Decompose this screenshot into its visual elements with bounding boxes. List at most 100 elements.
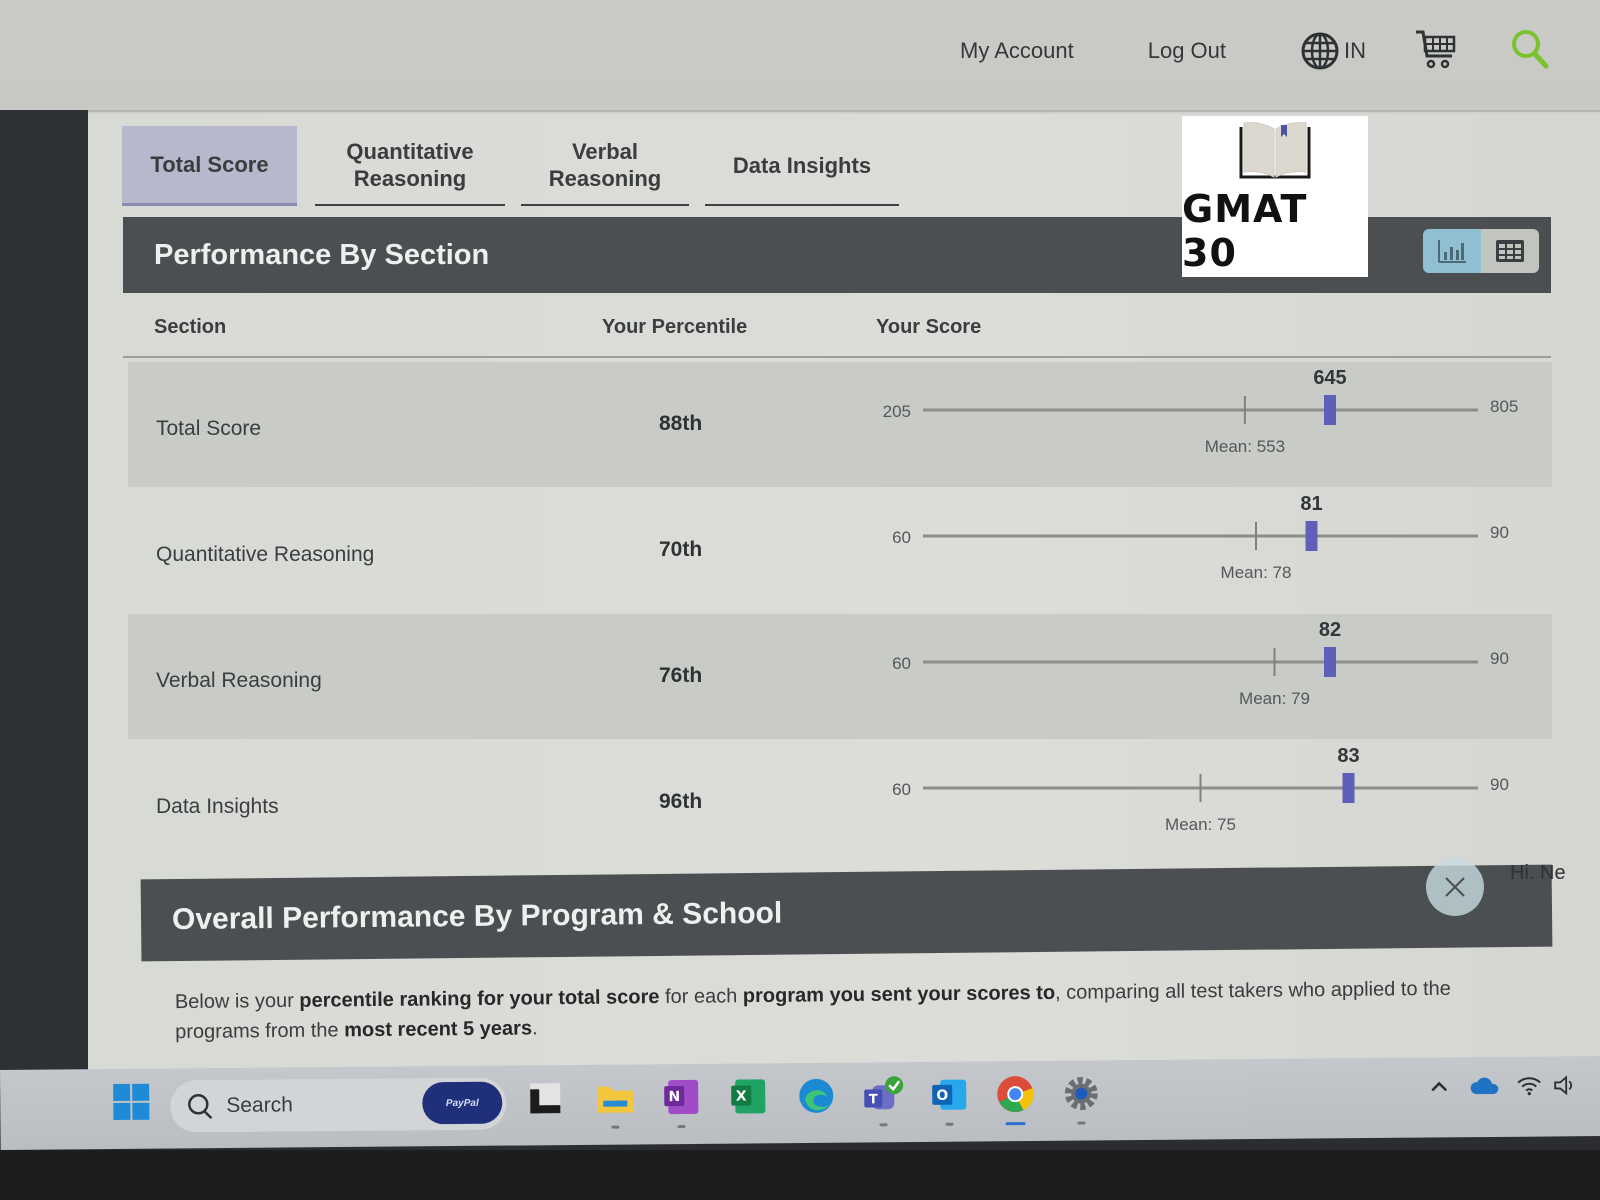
taskbar-app-edge[interactable]: [793, 1073, 839, 1119]
score-range-chart: 60 90 Mean: 75 83: [892, 745, 1509, 834]
paypal-badge[interactable]: PayPal: [422, 1081, 503, 1125]
svg-text:O: O: [936, 1088, 948, 1104]
table-row: Data Insights 96th 60 90 Mean: 75 83: [128, 740, 1552, 865]
description-text: Below is your: [174, 989, 300, 1014]
section-name: Total Score: [156, 417, 262, 440]
taskbar-search[interactable]: Search PayPal: [170, 1077, 507, 1133]
taskbar-app-teams[interactable]: T: [860, 1072, 906, 1127]
mean-label: Mean: 553: [1205, 437, 1285, 456]
chart-view-button[interactable]: [1423, 229, 1481, 273]
your-score-marker: [1324, 647, 1336, 677]
range-max-label: 90: [1490, 523, 1509, 542]
description-emphasis: program you sent your scores to: [742, 981, 1056, 1008]
tab-data-insights[interactable]: Data Insights: [705, 126, 899, 206]
range-min-label: 205: [883, 402, 911, 421]
tab-quantitative-reasoning[interactable]: Quantitative Reasoning: [315, 126, 505, 206]
language-code: IN: [1344, 38, 1366, 63]
your-score-label: 81: [1300, 493, 1322, 515]
mean-label: Mean: 75: [1165, 815, 1236, 834]
table-row: Total Score 88th 205 805 Mean: 553 645: [128, 362, 1552, 487]
site-header: My Account Log Out IN: [0, 0, 1600, 112]
cart-button[interactable]: [1414, 28, 1458, 75]
tab-total-score[interactable]: Total Score: [122, 126, 297, 206]
taskbar-app-chrome[interactable]: [992, 1071, 1038, 1126]
chrome-icon: [997, 1076, 1035, 1113]
program-section-title: Overall Performance By Program & School: [171, 896, 783, 937]
logo-text: GMAT 30: [1182, 186, 1308, 275]
description-text: for each: [659, 985, 743, 1009]
range-max-label: 805: [1490, 397, 1518, 416]
close-icon: [1445, 877, 1465, 897]
range-max-label: 90: [1490, 775, 1509, 794]
search-icon: [188, 1094, 213, 1120]
volume-button[interactable]: [1542, 1062, 1588, 1108]
section-name: Quantitative Reasoning: [156, 543, 375, 566]
windows-start-icon: [113, 1083, 150, 1121]
section-percentile: 76th: [659, 664, 703, 687]
table-header: Section Your Percentile Your Score: [123, 296, 1551, 358]
chat-greeting[interactable]: Hi. Ne: [1510, 862, 1566, 885]
score-tabs: Total Score Quantitative Reasoning Verba…: [122, 126, 899, 206]
show-hidden-icons-button[interactable]: [1416, 1063, 1462, 1109]
running-indicator: [677, 1125, 686, 1129]
log-out-link[interactable]: Log Out: [1148, 38, 1226, 64]
chat-close-button[interactable]: [1426, 858, 1484, 916]
score-report-page: Total Score Quantitative Reasoning Verba…: [88, 114, 1600, 1080]
search-placeholder: Search: [226, 1093, 293, 1118]
section-name: Verbal Reasoning: [156, 669, 322, 692]
tab-label: Quantitative Reasoning: [346, 139, 474, 191]
table-row: Quantitative Reasoning 70th 60 90 Mean: 78…: [128, 488, 1552, 613]
cart-icon: [1416, 30, 1456, 68]
score-range-chart: 60 90 Mean: 79 82: [892, 619, 1509, 708]
onedrive-button[interactable]: [1462, 1063, 1508, 1109]
gmat-logo: GMAT 30: [1182, 116, 1368, 277]
performance-section-title: Performance By Section: [154, 238, 490, 271]
running-indicator: [611, 1125, 620, 1129]
search-icon: [1512, 29, 1549, 68]
your-score-label: 645: [1313, 367, 1346, 389]
section-percentile: 96th: [659, 790, 703, 813]
taskbar-app-onenote[interactable]: N: [658, 1074, 704, 1129]
range-min-label: 60: [892, 654, 911, 673]
program-section-header: Overall Performance By Program & School: [140, 864, 1553, 962]
window-edge: [0, 110, 88, 1080]
column-header-score: Your Score: [876, 316, 982, 338]
onenote-icon: N: [664, 1079, 699, 1115]
volume-icon: [1554, 1075, 1573, 1096]
running-indicator: [879, 1123, 888, 1127]
language-selector[interactable]: IN: [1300, 31, 1366, 71]
running-indicator: [1077, 1121, 1086, 1125]
section-percentile: 88th: [659, 412, 703, 435]
taskbar-app-settings[interactable]: [1058, 1070, 1104, 1125]
taskbar-app-outlook[interactable]: O: [926, 1072, 972, 1126]
mean-label: Mean: 79: [1239, 689, 1310, 708]
taskbar-app-file-explorer[interactable]: [592, 1074, 638, 1129]
my-account-link[interactable]: My Account: [960, 38, 1074, 64]
open-book-icon: [1239, 121, 1311, 178]
your-score-label: 83: [1337, 745, 1359, 767]
view-toggle: [1423, 229, 1539, 273]
table-icon: [1496, 240, 1524, 262]
tab-verbal-reasoning[interactable]: Verbal Reasoning: [521, 126, 689, 206]
taskbar-app-terminal[interactable]: [522, 1075, 568, 1121]
folder-icon: [597, 1086, 634, 1113]
your-score-marker: [1342, 773, 1355, 803]
svg-text:X: X: [736, 1088, 747, 1104]
top-nav: My Account Log Out IN: [960, 26, 1550, 76]
section-name: Data Insights: [156, 795, 279, 818]
terminal-icon: [530, 1083, 561, 1114]
range-max-label: 90: [1490, 649, 1509, 668]
start-button[interactable]: [108, 1079, 154, 1125]
svg-text:N: N: [668, 1089, 680, 1105]
outlook-icon: O: [932, 1079, 967, 1110]
bar-chart-icon: [1438, 240, 1466, 263]
teams-icon: T: [864, 1076, 904, 1110]
settings-gear-icon: [1064, 1077, 1098, 1111]
site-search-button[interactable]: [1510, 28, 1550, 75]
score-range-chart: 205 805 Mean: 553 645: [883, 367, 1519, 456]
description-emphasis: most recent 5 years: [344, 1017, 533, 1042]
description-emphasis: percentile ranking for your total score: [299, 986, 660, 1012]
taskbar-app-excel[interactable]: X: [725, 1073, 771, 1119]
table-view-button[interactable]: [1481, 229, 1539, 273]
description-text: .: [531, 1017, 538, 1040]
